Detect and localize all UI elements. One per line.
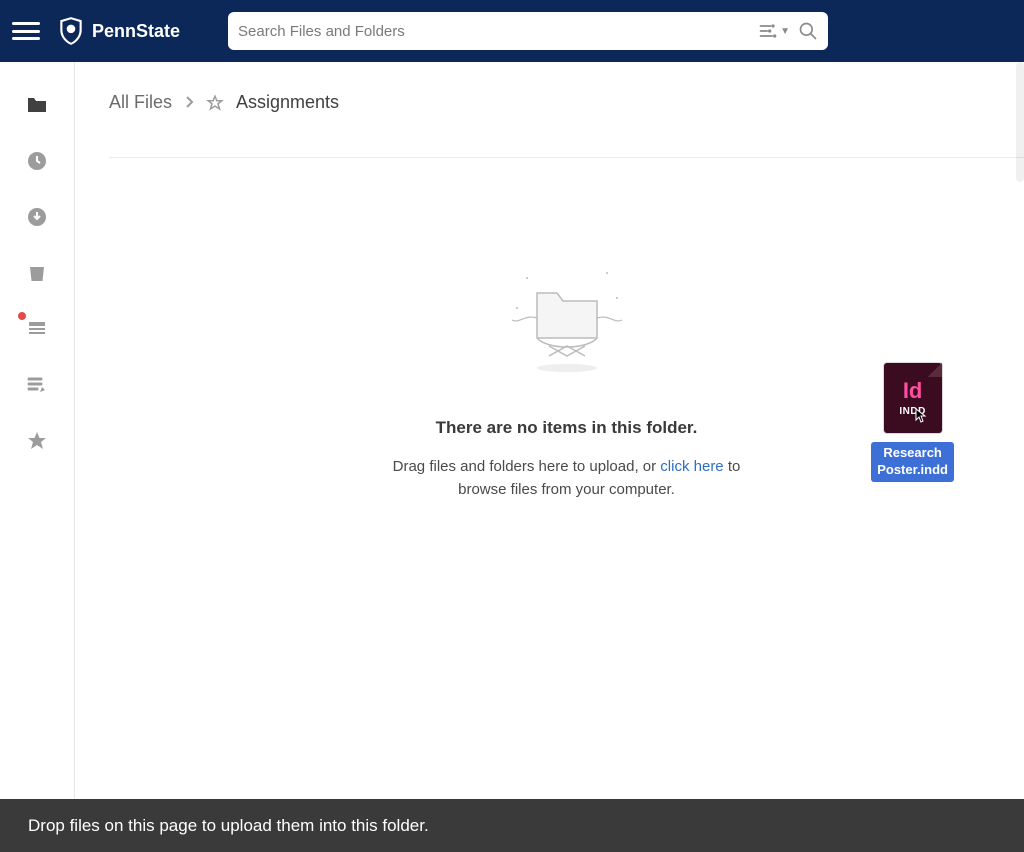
search-input[interactable] [238,23,750,40]
search-submit-button[interactable] [798,21,818,41]
top-bar: PennState ▼ [0,0,1024,62]
scrollbar[interactable] [1016,62,1024,182]
main-content: All Files Assignments [75,62,1024,799]
dragged-file-label: Research Poster.indd [871,442,954,482]
file-type-big: Id [903,380,923,402]
drop-hint-footer: Drop files on this page to upload them i… [0,799,1024,852]
sidebar-item-notes[interactable] [24,372,50,398]
shield-icon [58,16,84,46]
folder-icon [25,93,49,117]
breadcrumb-current: Assignments [236,92,339,113]
empty-folder-illustration [487,258,647,378]
favorite-toggle[interactable] [206,94,224,112]
sidebar [0,62,75,799]
browse-files-link[interactable]: click here [660,458,723,475]
sliders-icon [758,21,778,41]
sidebar-item-favorites[interactable] [24,428,50,454]
notes-icon [25,373,49,397]
star-icon [25,429,49,453]
brand-logo[interactable]: PennState [58,16,180,46]
search-icon [798,21,818,41]
trash-icon [25,261,49,285]
dragged-file-preview[interactable]: Id INDD Research Poster.indd [871,362,954,482]
breadcrumb: All Files Assignments [109,92,1024,113]
drop-hint-text: Drop files on this page to upload them i… [28,816,429,836]
chevron-right-icon [184,95,194,111]
search-box[interactable]: ▼ [228,12,828,50]
notification-dot [18,312,26,320]
menu-toggle[interactable] [12,20,40,42]
file-type-ext: INDD [899,406,925,417]
breadcrumb-root[interactable]: All Files [109,92,172,113]
search-filter-button[interactable]: ▼ [758,21,790,41]
sidebar-item-downloads[interactable] [24,204,50,230]
empty-sub-pre: Drag files and folders here to upload, o… [393,458,661,475]
chevron-down-icon: ▼ [780,26,790,37]
indesign-file-icon: Id INDD [883,362,943,434]
brand-name: PennState [92,21,180,42]
drag-label-line2: Poster.indd [877,462,948,479]
divider [109,157,1024,158]
search-container: ▼ [228,12,828,50]
clock-icon [25,149,49,173]
sidebar-item-trash[interactable] [24,260,50,286]
feed-icon [25,317,49,341]
body: All Files Assignments [0,62,1024,799]
sidebar-item-recents[interactable] [24,148,50,174]
download-icon [25,205,49,229]
sidebar-item-files[interactable] [24,92,50,118]
empty-subtitle: Drag files and folders here to upload, o… [377,456,757,501]
drag-label-line1: Research [877,445,948,462]
sidebar-item-notifications[interactable] [24,316,50,342]
